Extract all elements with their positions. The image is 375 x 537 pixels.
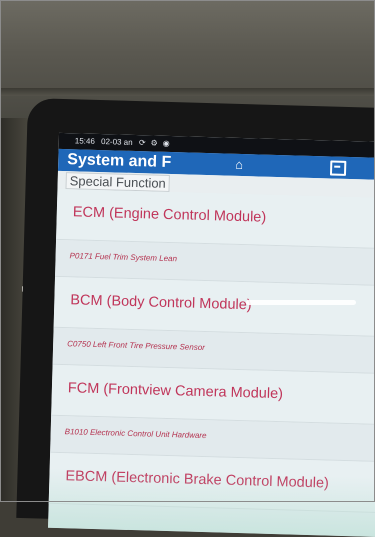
light-glare — [246, 300, 356, 305]
settings-icon: ⚙ — [150, 138, 159, 148]
dtc-label: C0750 Left Front Tire Pressure Sensor — [67, 339, 206, 353]
page-title: System and F — [67, 151, 172, 172]
tablet-device: 15:46 02-03 an ⟳ ⚙ ◉ System and F ⌂ Specia… — [16, 98, 375, 537]
status-date: 02-03 an — [100, 137, 133, 147]
module-label: ECM (Engine Control Module) — [72, 204, 267, 226]
tablet-screen: 15:46 02-03 an ⟳ ⚙ ◉ System and F ⌂ Specia… — [48, 132, 375, 537]
module-label: EBCM (Electronic Brake Control Module) — [65, 468, 330, 492]
list-item-ebcm[interactable]: EBCM (Electronic Brake Control Module) — [48, 452, 375, 513]
status-icons: ⟳ ⚙ ◉ — [139, 138, 175, 148]
dtc-label: B1010 Electronic Control Unit Hardware — [64, 427, 207, 441]
list-item-fcm[interactable]: FCM (Frontview Camera Module) — [51, 364, 375, 425]
module-label: BCM (Body Control Module) — [70, 292, 252, 314]
dtc-label: P0171 Fuel Trim System Lean — [69, 251, 178, 264]
list-item-bcm[interactable]: BCM (Body Control Module) — [53, 276, 375, 338]
home-icon[interactable]: ⌂ — [235, 157, 249, 172]
sync-icon: ⟳ — [138, 138, 147, 148]
module-label: FCM (Frontview Camera Module) — [67, 380, 284, 403]
list-item-ecm[interactable]: ECM (Engine Control Module) — [56, 188, 375, 250]
record-icon: ◉ — [162, 138, 171, 149]
status-time: 15:46 — [74, 136, 95, 146]
edit-note-icon[interactable] — [329, 160, 347, 176]
